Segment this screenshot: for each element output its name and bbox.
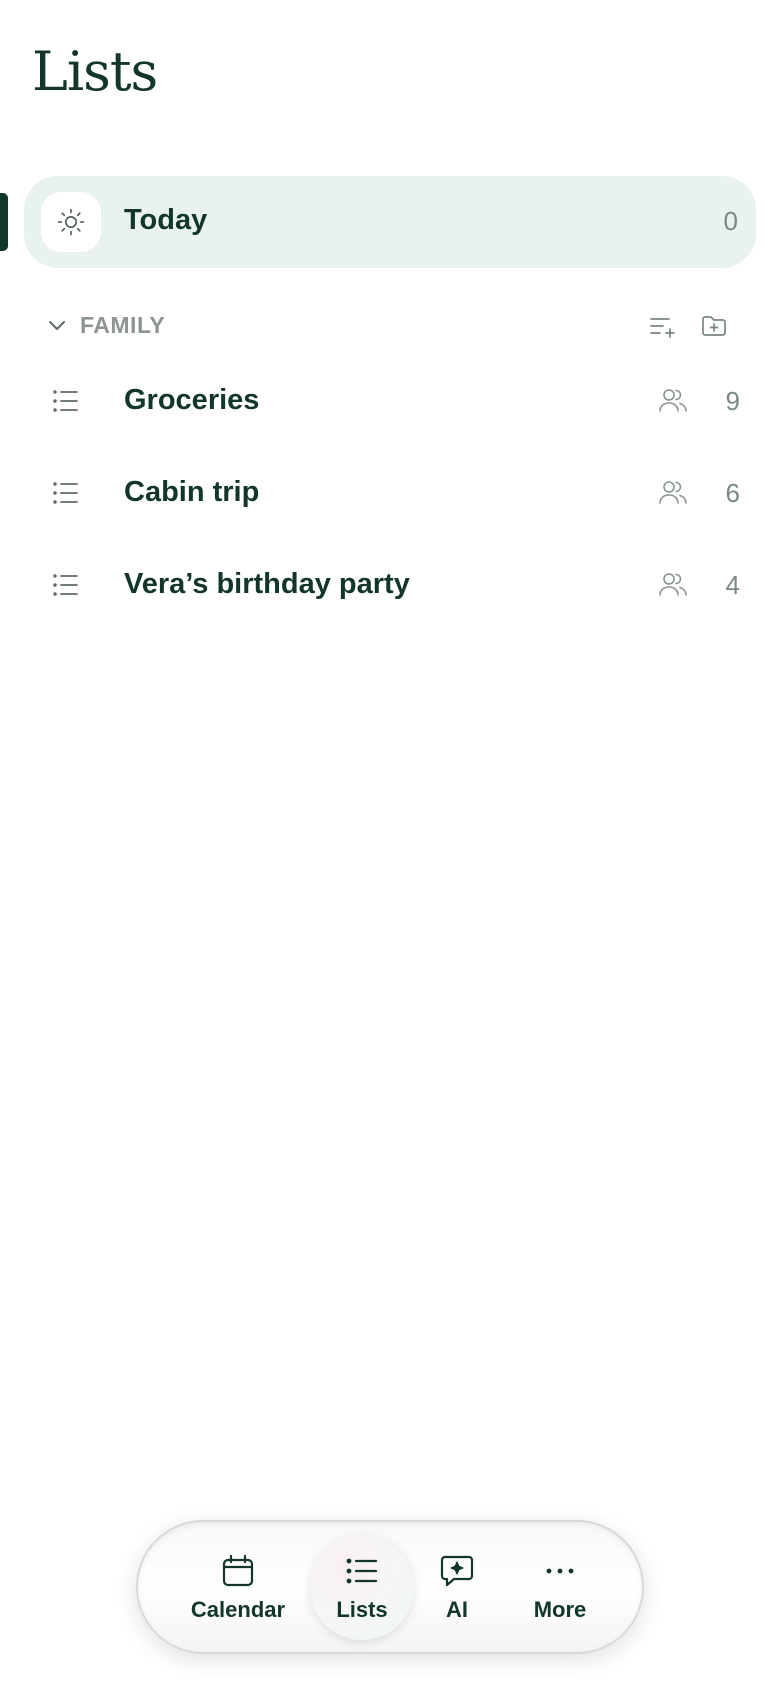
nav-calendar[interactable]: Calendar <box>178 1534 298 1642</box>
list-count: 9 <box>725 386 740 416</box>
list-item[interactable]: Groceries 9 <box>50 362 750 442</box>
people-icon <box>659 481 687 504</box>
people-icon <box>659 389 687 412</box>
list-label: Vera’s birthday party <box>124 568 410 600</box>
today-icon-container <box>41 192 101 252</box>
nav-more[interactable]: More <box>510 1534 610 1642</box>
list-item-today[interactable]: Today 0 <box>24 176 756 268</box>
ai-chat-icon <box>440 1555 474 1587</box>
nav-label: More <box>533 1597 587 1622</box>
nav-lists[interactable]: Lists <box>310 1536 414 1640</box>
nav-label: Lists <box>336 1597 388 1622</box>
active-indicator <box>0 193 8 251</box>
list-item[interactable]: Cabin trip 6 <box>50 454 750 534</box>
today-label: Today <box>124 204 208 236</box>
more-icon <box>546 1568 574 1574</box>
chevron-down-icon[interactable] <box>46 314 68 336</box>
page-title: Lists <box>32 40 158 103</box>
lists-screen: Lists Today 0 FAMILY Groceries 9 Cabin t… <box>0 0 780 1688</box>
add-list-button[interactable] <box>644 308 680 344</box>
list-icon <box>53 482 78 504</box>
sun-icon <box>57 208 85 236</box>
add-folder-icon <box>702 316 726 336</box>
list-label: Groceries <box>124 384 260 416</box>
nav-label: Calendar <box>190 1597 286 1622</box>
add-folder-button[interactable] <box>696 308 732 344</box>
list-count: 6 <box>725 478 740 508</box>
calendar-icon <box>222 1554 254 1587</box>
nav-label: AI <box>446 1597 468 1622</box>
list-icon <box>53 574 78 596</box>
list-item[interactable]: Vera’s birthday party 4 <box>50 546 750 626</box>
people-icon <box>659 573 687 596</box>
bottom-nav: Calendar Lists AI More <box>136 1520 644 1654</box>
nav-ai[interactable]: AI <box>422 1534 492 1642</box>
today-count: 0 <box>723 206 738 236</box>
list-count: 4 <box>725 570 740 600</box>
add-list-icon <box>650 318 675 338</box>
list-label: Cabin trip <box>124 476 260 508</box>
section-label: FAMILY <box>80 312 166 338</box>
section-header-family[interactable]: FAMILY <box>46 308 746 344</box>
list-icon <box>53 390 78 412</box>
list-icon <box>346 1558 378 1584</box>
